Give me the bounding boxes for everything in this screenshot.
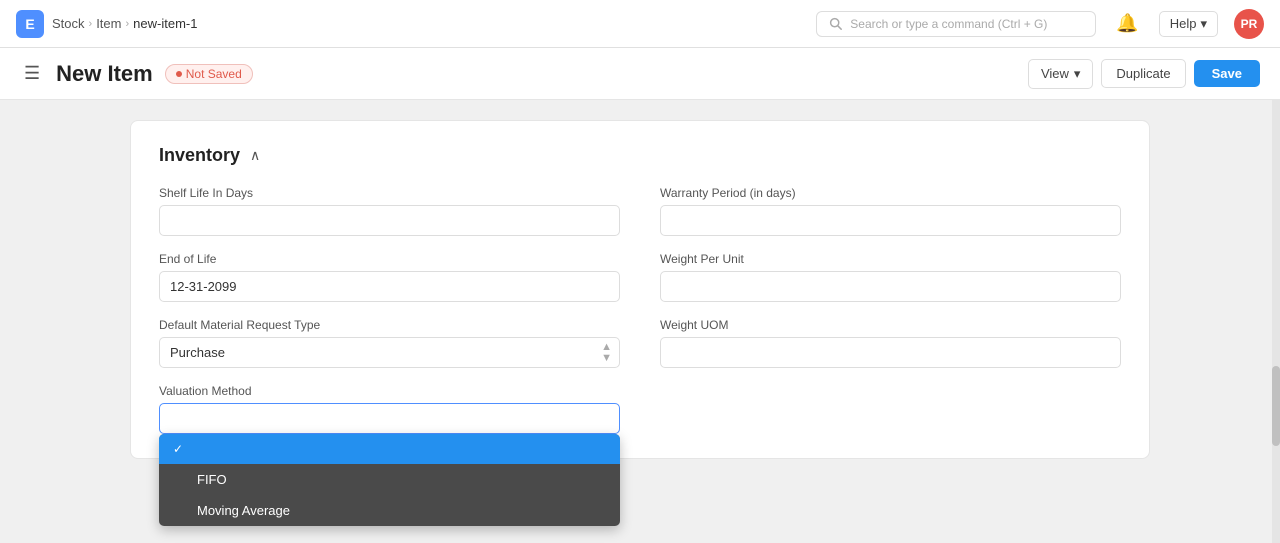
app-icon[interactable]: E bbox=[16, 10, 44, 38]
page-title: New Item bbox=[56, 61, 153, 87]
dropdown-item-moving-average-label: Moving Average bbox=[197, 503, 290, 518]
toolbar-right: View ▾ Duplicate Save bbox=[1028, 59, 1260, 89]
search-bar[interactable]: Search or type a command (Ctrl + G) bbox=[816, 11, 1096, 37]
toolbar-left: ☰ New Item Not Saved bbox=[20, 59, 253, 88]
breadcrumb-current: new-item-1 bbox=[133, 16, 197, 31]
search-placeholder: Search or type a command (Ctrl + G) bbox=[850, 17, 1047, 31]
toolbar: ☰ New Item Not Saved View ▾ Duplicate Sa… bbox=[0, 48, 1280, 100]
end-of-life-input[interactable] bbox=[159, 271, 620, 302]
weight-per-unit-label: Weight Per Unit bbox=[660, 252, 1121, 266]
warranty-period-input[interactable] bbox=[660, 205, 1121, 236]
not-saved-badge: Not Saved bbox=[165, 64, 253, 84]
help-label: Help bbox=[1170, 16, 1197, 31]
weight-uom-label: Weight UOM bbox=[660, 318, 1121, 332]
menu-toggle-button[interactable]: ☰ bbox=[20, 59, 44, 88]
main-content: Inventory ∧ Shelf Life In Days Warranty … bbox=[0, 100, 1280, 543]
section-header: Inventory ∧ bbox=[159, 145, 1121, 166]
weight-per-unit-input[interactable] bbox=[660, 271, 1121, 302]
valuation-method-dropdown[interactable]: ✓ FIFO Moving Average bbox=[159, 434, 620, 526]
scrollbar-track bbox=[1272, 100, 1280, 543]
weight-uom-input[interactable] bbox=[660, 337, 1121, 368]
notification-bell-button[interactable]: 🔔 bbox=[1112, 9, 1142, 38]
default-material-request-select[interactable]: Purchase Material Transfer Material Issu… bbox=[159, 337, 620, 368]
not-saved-label: Not Saved bbox=[186, 67, 242, 81]
dropdown-item-fifo[interactable]: FIFO bbox=[159, 464, 620, 495]
default-material-request-select-wrapper: Purchase Material Transfer Material Issu… bbox=[159, 337, 620, 368]
breadcrumb-sep-2: › bbox=[125, 18, 129, 30]
end-of-life-label: End of Life bbox=[159, 252, 620, 266]
inventory-card: Inventory ∧ Shelf Life In Days Warranty … bbox=[130, 120, 1150, 459]
section-collapse-button[interactable]: ∧ bbox=[250, 147, 260, 164]
section-title: Inventory bbox=[159, 145, 240, 166]
valuation-method-field-group: Valuation Method ✓ FIFO Moving Average bbox=[159, 384, 620, 434]
weight-per-unit-field-group: Weight Per Unit bbox=[660, 252, 1121, 302]
search-icon bbox=[829, 17, 842, 30]
warranty-period-field-group: Warranty Period (in days) bbox=[660, 186, 1121, 236]
shelf-life-input[interactable] bbox=[159, 205, 620, 236]
end-of-life-field-group: End of Life bbox=[159, 252, 620, 302]
dropdown-item-fifo-label: FIFO bbox=[197, 472, 227, 487]
top-navigation: E Stock › Item › new-item-1 Search or ty… bbox=[0, 0, 1280, 48]
breadcrumb-stock[interactable]: Stock bbox=[52, 16, 85, 31]
shelf-life-field-group: Shelf Life In Days bbox=[159, 186, 620, 236]
view-label: View bbox=[1041, 66, 1069, 81]
view-button[interactable]: View ▾ bbox=[1028, 59, 1093, 89]
breadcrumb-sep-1: › bbox=[89, 18, 93, 30]
breadcrumb-item[interactable]: Item bbox=[96, 16, 121, 31]
weight-uom-field-group: Weight UOM bbox=[660, 318, 1121, 368]
form-grid: Shelf Life In Days Warranty Period (in d… bbox=[159, 186, 1121, 434]
valuation-method-label: Valuation Method bbox=[159, 384, 620, 398]
dropdown-item-empty[interactable]: ✓ bbox=[159, 434, 620, 464]
warranty-period-label: Warranty Period (in days) bbox=[660, 186, 1121, 200]
topnav-right: Search or type a command (Ctrl + G) 🔔 He… bbox=[816, 9, 1264, 39]
default-material-request-label: Default Material Request Type bbox=[159, 318, 620, 332]
valuation-method-input[interactable] bbox=[159, 403, 620, 434]
breadcrumb: Stock › Item › new-item-1 bbox=[52, 16, 197, 31]
dropdown-item-moving-average[interactable]: Moving Average bbox=[159, 495, 620, 526]
user-avatar-button[interactable]: PR bbox=[1234, 9, 1264, 39]
topnav-left: E Stock › Item › new-item-1 bbox=[16, 10, 197, 38]
duplicate-button[interactable]: Duplicate bbox=[1101, 59, 1185, 88]
chevron-down-icon: ▾ bbox=[1200, 16, 1207, 32]
default-material-request-field-group: Default Material Request Type Purchase M… bbox=[159, 318, 620, 368]
help-button[interactable]: Help ▾ bbox=[1159, 11, 1218, 37]
shelf-life-label: Shelf Life In Days bbox=[159, 186, 620, 200]
not-saved-dot bbox=[176, 71, 182, 77]
view-chevron-icon: ▾ bbox=[1074, 66, 1081, 82]
checkmark-icon: ✓ bbox=[173, 442, 183, 456]
scrollbar-thumb[interactable] bbox=[1272, 366, 1280, 446]
save-button[interactable]: Save bbox=[1194, 60, 1260, 87]
